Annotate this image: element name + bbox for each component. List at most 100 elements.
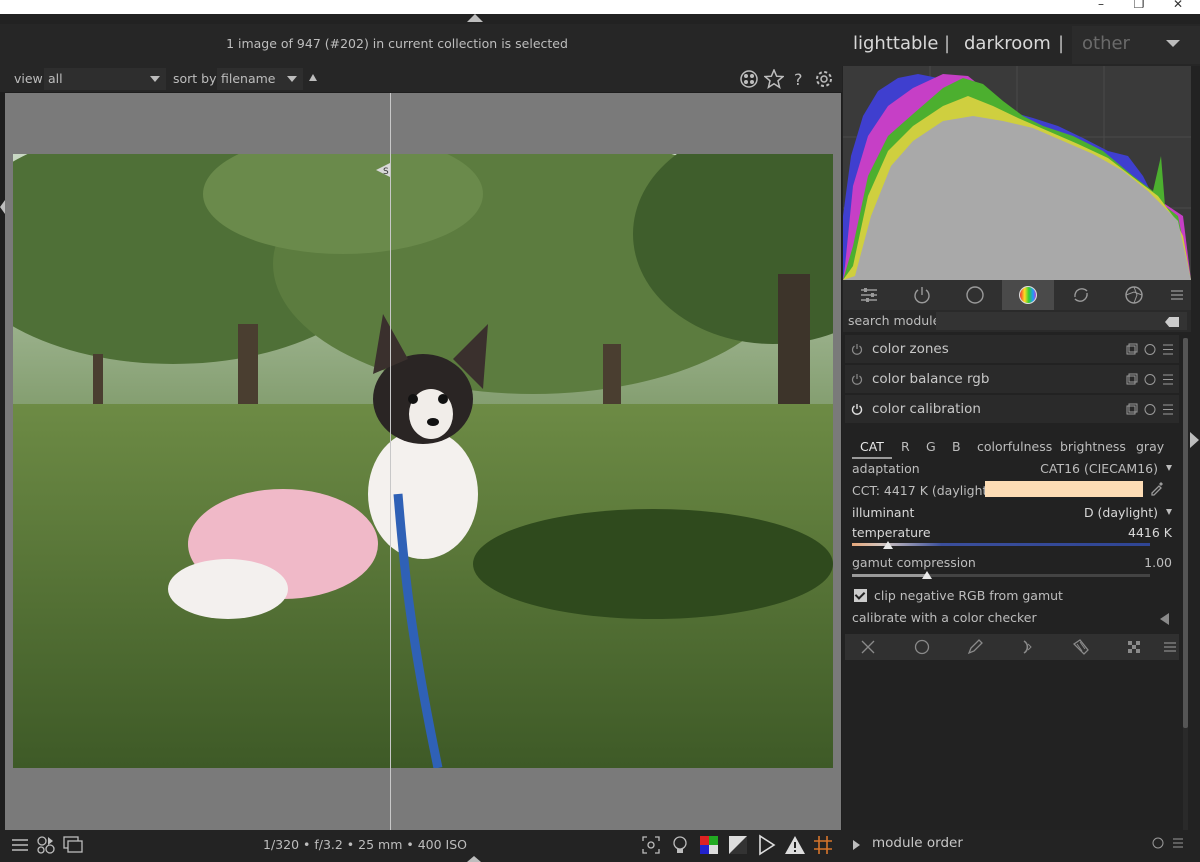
tab-b[interactable]: B <box>952 439 961 454</box>
top-panel-toggle-icon[interactable] <box>467 14 483 22</box>
view-switcher: lighttable | darkroom | other <box>842 24 1200 66</box>
tab-effect[interactable] <box>1108 280 1160 310</box>
gamut-label: gamut compression <box>852 555 976 570</box>
module-order-label: module order <box>872 835 963 851</box>
left-panel-toggle-icon[interactable] <box>0 200 5 214</box>
gamut-slider[interactable] <box>852 574 1150 577</box>
hamburger-icon[interactable] <box>1163 638 1177 656</box>
clear-icon[interactable] <box>1165 317 1179 327</box>
tab-active-modules[interactable] <box>896 280 948 310</box>
gamut-row[interactable]: gamut compression 1.00 <box>852 555 1172 570</box>
search-input[interactable] <box>936 312 1187 330</box>
module-name: color zones <box>872 341 949 357</box>
view-darkroom[interactable]: darkroom <box>964 33 1051 54</box>
gamut-check-icon[interactable] <box>756 834 778 856</box>
module-actions-icon[interactable] <box>1125 403 1175 416</box>
chevron-down-icon <box>150 76 160 82</box>
image-canvas[interactable]: S <box>5 93 841 830</box>
aperture-icon <box>1125 286 1143 304</box>
view-lighttable[interactable]: lighttable <box>853 33 938 54</box>
temperature-slider-thumb[interactable] <box>882 541 893 549</box>
bottom-panel-toggle-icon[interactable] <box>467 856 481 862</box>
drawn-parametric-mask-icon[interactable] <box>1072 638 1090 656</box>
drawn-mask-icon[interactable] <box>966 638 984 656</box>
chevron-down-icon[interactable] <box>1166 40 1180 47</box>
right-panel-toggle-icon[interactable] <box>1190 432 1199 448</box>
filter-bar: view all sort by filename ? <box>0 66 842 92</box>
before-after-split-line[interactable] <box>390 93 391 830</box>
power-on-icon[interactable] <box>851 403 863 415</box>
star-icon[interactable] <box>764 69 784 89</box>
temperature-slider[interactable] <box>852 543 1150 546</box>
split-handle-icon[interactable]: S <box>376 163 390 177</box>
tab-gray[interactable]: gray <box>1136 439 1164 454</box>
tab-r[interactable]: R <box>901 439 910 454</box>
help-icon[interactable]: ? <box>789 69 809 89</box>
restore-button[interactable]: ❐ <box>1124 0 1154 11</box>
focus-peaking-icon[interactable] <box>640 834 662 856</box>
power-icon[interactable] <box>851 343 863 355</box>
uniform-mask-icon[interactable] <box>913 638 931 656</box>
illuminant-row[interactable]: illuminant D (daylight) <box>852 505 1172 520</box>
top-panel-strip <box>0 14 1200 24</box>
bulb-icon[interactable] <box>669 834 691 856</box>
module-actions-icon[interactable] <box>1125 343 1175 356</box>
tab-quick-access[interactable] <box>843 280 895 310</box>
adaptation-row[interactable]: adaptation CAT16 (CIECAM16) <box>852 461 1172 476</box>
minimize-button[interactable]: – <box>1086 0 1116 11</box>
bottom-toolbar: 1/320 • f/3.2 • 25 mm • 400 ISO <box>0 830 842 862</box>
module-header-color-balance-rgb[interactable]: color balance rgb <box>845 365 1179 393</box>
split-tag-label: S <box>383 167 389 177</box>
tab-color[interactable] <box>1002 280 1054 310</box>
panel-scrollbar-thumb[interactable] <box>1183 338 1188 728</box>
view-separator: | <box>1058 33 1065 54</box>
guides-icon[interactable] <box>812 834 834 856</box>
sort-order-icon[interactable] <box>309 74 317 81</box>
tab-brightness[interactable]: brightness <box>1060 439 1126 454</box>
histogram[interactable] <box>843 66 1191 280</box>
adaptation-value: CAT16 (CIECAM16) <box>1040 461 1158 476</box>
view-filter-label: view <box>14 71 43 86</box>
color-checker-row[interactable]: calibrate with a color checker <box>852 610 1172 625</box>
module-order-actions-icon[interactable] <box>1151 836 1185 850</box>
temperature-row[interactable]: temperature 4416 K <box>852 525 1172 540</box>
power-icon[interactable] <box>851 373 863 385</box>
sort-value: filename <box>221 71 276 86</box>
view-other[interactable]: other <box>1082 33 1130 54</box>
sort-select[interactable]: filename <box>217 68 303 90</box>
gamut-slider-fill <box>852 574 927 577</box>
module-header-color-calibration[interactable]: color calibration <box>845 395 1179 423</box>
adaptation-label: adaptation <box>852 461 920 476</box>
raster-mask-icon[interactable] <box>1125 638 1143 656</box>
module-search: search module <box>843 310 1191 332</box>
mask-off-icon[interactable] <box>859 638 877 656</box>
warning-icon[interactable] <box>784 834 806 856</box>
gamut-value: 1.00 <box>1144 555 1172 570</box>
expand-left-icon[interactable] <box>1160 613 1169 625</box>
view-filter-select[interactable]: all <box>44 68 166 90</box>
tab-cat[interactable]: CAT <box>860 439 884 454</box>
close-button[interactable]: ✕ <box>1163 0 1193 11</box>
tab-base[interactable] <box>949 280 1001 310</box>
module-order-section[interactable]: module order <box>842 830 1200 862</box>
view-separator: | <box>944 33 951 54</box>
right-panel: search module color zones color balance … <box>842 66 1200 862</box>
gear-icon[interactable] <box>814 69 834 89</box>
softproof-icon[interactable] <box>727 834 749 856</box>
tab-g[interactable]: G <box>926 439 936 454</box>
tab-correct[interactable] <box>1055 280 1107 310</box>
module-actions-icon[interactable] <box>1125 373 1175 386</box>
chevron-down-icon <box>1166 465 1172 471</box>
color-assessment-icon[interactable] <box>698 834 720 856</box>
exposure-info: 1/320 • f/3.2 • 25 mm • 400 ISO <box>263 837 467 852</box>
clip-negative-checkbox[interactable] <box>854 589 867 602</box>
gamut-slider-thumb[interactable] <box>921 571 932 579</box>
module-header-color-zones[interactable]: color zones <box>845 335 1179 363</box>
color-picker-icon[interactable] <box>1149 480 1165 496</box>
tab-presets-menu[interactable] <box>1161 280 1191 310</box>
tab-colorfulness[interactable]: colorfulness <box>977 439 1052 454</box>
clip-negative-label: clip negative RGB from gamut <box>874 588 1063 603</box>
parametric-mask-icon[interactable] <box>1019 638 1037 656</box>
color-labels-icon[interactable] <box>739 69 759 89</box>
expand-right-icon[interactable] <box>853 840 860 850</box>
